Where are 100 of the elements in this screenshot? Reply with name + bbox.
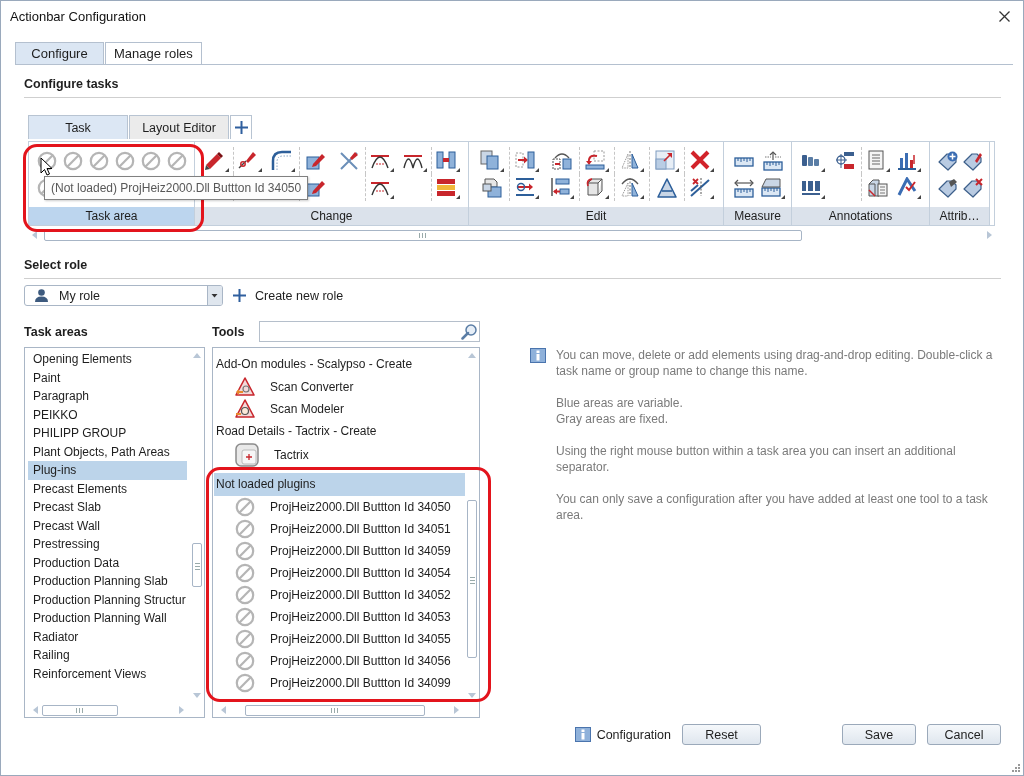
mirror-arc-icon[interactable] bbox=[620, 176, 644, 199]
tag-delete-icon[interactable] bbox=[962, 177, 983, 198]
search-icon[interactable] bbox=[461, 323, 477, 340]
move-right-icon[interactable] bbox=[515, 149, 539, 172]
plus-icon[interactable] bbox=[234, 121, 248, 134]
copy-arrange-icon[interactable] bbox=[551, 150, 572, 171]
tag-brush-icon[interactable] bbox=[937, 177, 958, 198]
list-item[interactable]: Plug-ins bbox=[28, 461, 187, 480]
column-heading: Tools bbox=[212, 324, 245, 339]
configuration-label: Configuration bbox=[596, 727, 671, 742]
align-left-icon[interactable] bbox=[549, 176, 574, 199]
angle-check-icon[interactable] bbox=[897, 176, 921, 199]
scrollbar-thumb[interactable] bbox=[42, 704, 118, 716]
tab[interactable]: Manage roles bbox=[105, 42, 202, 64]
group-label: Task area bbox=[29, 207, 194, 225]
scrollbar-thumb[interactable] bbox=[467, 500, 477, 658]
copy-icon[interactable] bbox=[479, 149, 504, 172]
ruler-block-icon[interactable] bbox=[760, 176, 785, 199]
scrollbar-thumb[interactable] bbox=[245, 704, 425, 716]
delete-icon[interactable] bbox=[690, 149, 714, 172]
group-label: Measure bbox=[724, 207, 791, 225]
dialog-button[interactable]: Cancel bbox=[927, 724, 1001, 745]
scrollbar-thumb[interactable] bbox=[44, 229, 802, 241]
stacked-blocks-icon[interactable] bbox=[436, 176, 460, 199]
task-tab[interactable]: Task bbox=[28, 115, 128, 139]
cube-document-icon[interactable] bbox=[867, 177, 888, 198]
scroll-left-icon[interactable] bbox=[32, 231, 37, 239]
bracket-icon[interactable] bbox=[436, 149, 460, 172]
rotate-icon[interactable] bbox=[585, 149, 609, 172]
role-dropdown[interactable]: My role bbox=[24, 285, 223, 306]
tool-item[interactable]: ProjHeiz2000.Dll Buttton Id 34054 bbox=[214, 562, 465, 584]
group-header[interactable]: Add-On modules - Scalypso - Create bbox=[214, 353, 465, 376]
tool-item[interactable]: Tactrix bbox=[214, 443, 465, 467]
group-header[interactable]: Not loaded plugins bbox=[214, 473, 465, 496]
resize-grip-icon[interactable] bbox=[1012, 764, 1020, 772]
list-item[interactable]: Reinforcement Views bbox=[28, 664, 187, 683]
label-marker-icon[interactable] bbox=[835, 150, 855, 171]
stretch-icon[interactable] bbox=[515, 176, 539, 199]
group-label: Annotations bbox=[792, 207, 929, 225]
list-item[interactable]: Plant Objects, Path Areas bbox=[28, 442, 187, 461]
group-label: Edit bbox=[469, 207, 723, 225]
list-item[interactable]: Paint bbox=[28, 368, 187, 387]
search-field[interactable] bbox=[259, 321, 480, 342]
group-header[interactable]: Road Details - Tactrix - Create bbox=[214, 420, 465, 443]
list-item[interactable]: Precast Wall bbox=[28, 516, 187, 535]
list-item[interactable]: Production Planning Slab bbox=[28, 572, 187, 591]
plus-icon bbox=[233, 289, 246, 302]
document-icon[interactable] bbox=[865, 149, 890, 172]
split-line-icon[interactable] bbox=[690, 176, 714, 199]
tool-item[interactable]: ProjHeiz2000.Dll Buttton Id 34052 bbox=[214, 584, 465, 606]
tab[interactable]: Configure bbox=[15, 42, 104, 64]
tool-item[interactable]: ProjHeiz2000.Dll Buttton Id 34059 bbox=[214, 540, 465, 562]
tag-pencil-icon[interactable] bbox=[962, 150, 983, 171]
list-item[interactable]: Prestressing bbox=[28, 535, 187, 554]
window-title: Actionbar Configuration bbox=[10, 8, 146, 24]
tool-item[interactable]: ProjHeiz2000.Dll Buttton Id 34099 bbox=[214, 672, 465, 694]
tool-item[interactable]: Scan Modeler bbox=[214, 398, 465, 420]
list-item[interactable]: Opening Elements bbox=[28, 350, 187, 369]
arc-icon[interactable] bbox=[270, 149, 295, 172]
dialog-button[interactable]: Save bbox=[842, 724, 916, 745]
group-label: Change bbox=[195, 207, 468, 225]
list-item[interactable]: PEIKKO bbox=[28, 405, 187, 424]
list-item[interactable]: Railing bbox=[28, 646, 187, 665]
tool-item[interactable]: ProjHeiz2000.Dll Buttton Id 34056 bbox=[214, 650, 465, 672]
list-item[interactable]: Precast Elements bbox=[28, 479, 187, 498]
tool-item[interactable]: ProjHeiz2000.Dll Buttton Id 34055 bbox=[214, 628, 465, 650]
layers-icon[interactable] bbox=[481, 177, 502, 198]
tool-item[interactable]: ProjHeiz2000.Dll Buttton Id 34053 bbox=[214, 606, 465, 628]
mirror-icon[interactable] bbox=[620, 149, 644, 172]
crossed-lines-icon[interactable] bbox=[338, 150, 359, 171]
scrollbar-thumb[interactable] bbox=[192, 543, 202, 587]
cube-icon[interactable] bbox=[585, 176, 609, 199]
pin-icon[interactable] bbox=[238, 149, 262, 172]
triangle-frame-icon[interactable] bbox=[657, 177, 677, 198]
info-text: Using the right mouse button within a task area you can insert an additional separator. bbox=[556, 443, 957, 475]
list-item[interactable]: Production Planning Wall bbox=[28, 609, 187, 628]
list-item[interactable]: Production Planning Structur bbox=[28, 590, 187, 609]
list-item[interactable]: Radiator bbox=[28, 627, 187, 646]
tag-plus-icon[interactable] bbox=[937, 150, 958, 171]
task-tab[interactable]: Layout Editor bbox=[129, 115, 229, 139]
mouse-pointer-icon bbox=[40, 157, 53, 176]
group-label: Attrib… bbox=[930, 207, 989, 225]
pencil-icon[interactable] bbox=[204, 149, 229, 172]
create-role-button[interactable]: Create new role bbox=[233, 288, 344, 303]
ruler-height-icon[interactable] bbox=[762, 150, 783, 171]
list-item[interactable]: Precast Slab bbox=[28, 498, 187, 517]
info-text: Blue areas are variable. Gray areas are fixed. bbox=[556, 395, 684, 427]
info-icon bbox=[530, 348, 546, 363]
scale-icon[interactable] bbox=[655, 149, 679, 172]
tool-item[interactable]: ProjHeiz2000.Dll Buttton Id 34051 bbox=[214, 518, 465, 540]
list-item[interactable]: PHILIPP GROUP bbox=[28, 424, 187, 443]
tool-item[interactable]: Scan Converter bbox=[214, 376, 465, 398]
list-item[interactable]: Production Data bbox=[28, 553, 187, 572]
close-icon[interactable] bbox=[999, 10, 1010, 22]
list-item[interactable]: Paragraph bbox=[28, 387, 187, 406]
caret-down-icon[interactable] bbox=[207, 286, 222, 305]
ruler-width-icon[interactable] bbox=[733, 177, 754, 198]
add-tab-button[interactable] bbox=[230, 115, 252, 139]
reset-button[interactable]: Reset bbox=[682, 724, 761, 745]
tool-item[interactable]: ProjHeiz2000.Dll Buttton Id 34050 bbox=[214, 496, 465, 518]
